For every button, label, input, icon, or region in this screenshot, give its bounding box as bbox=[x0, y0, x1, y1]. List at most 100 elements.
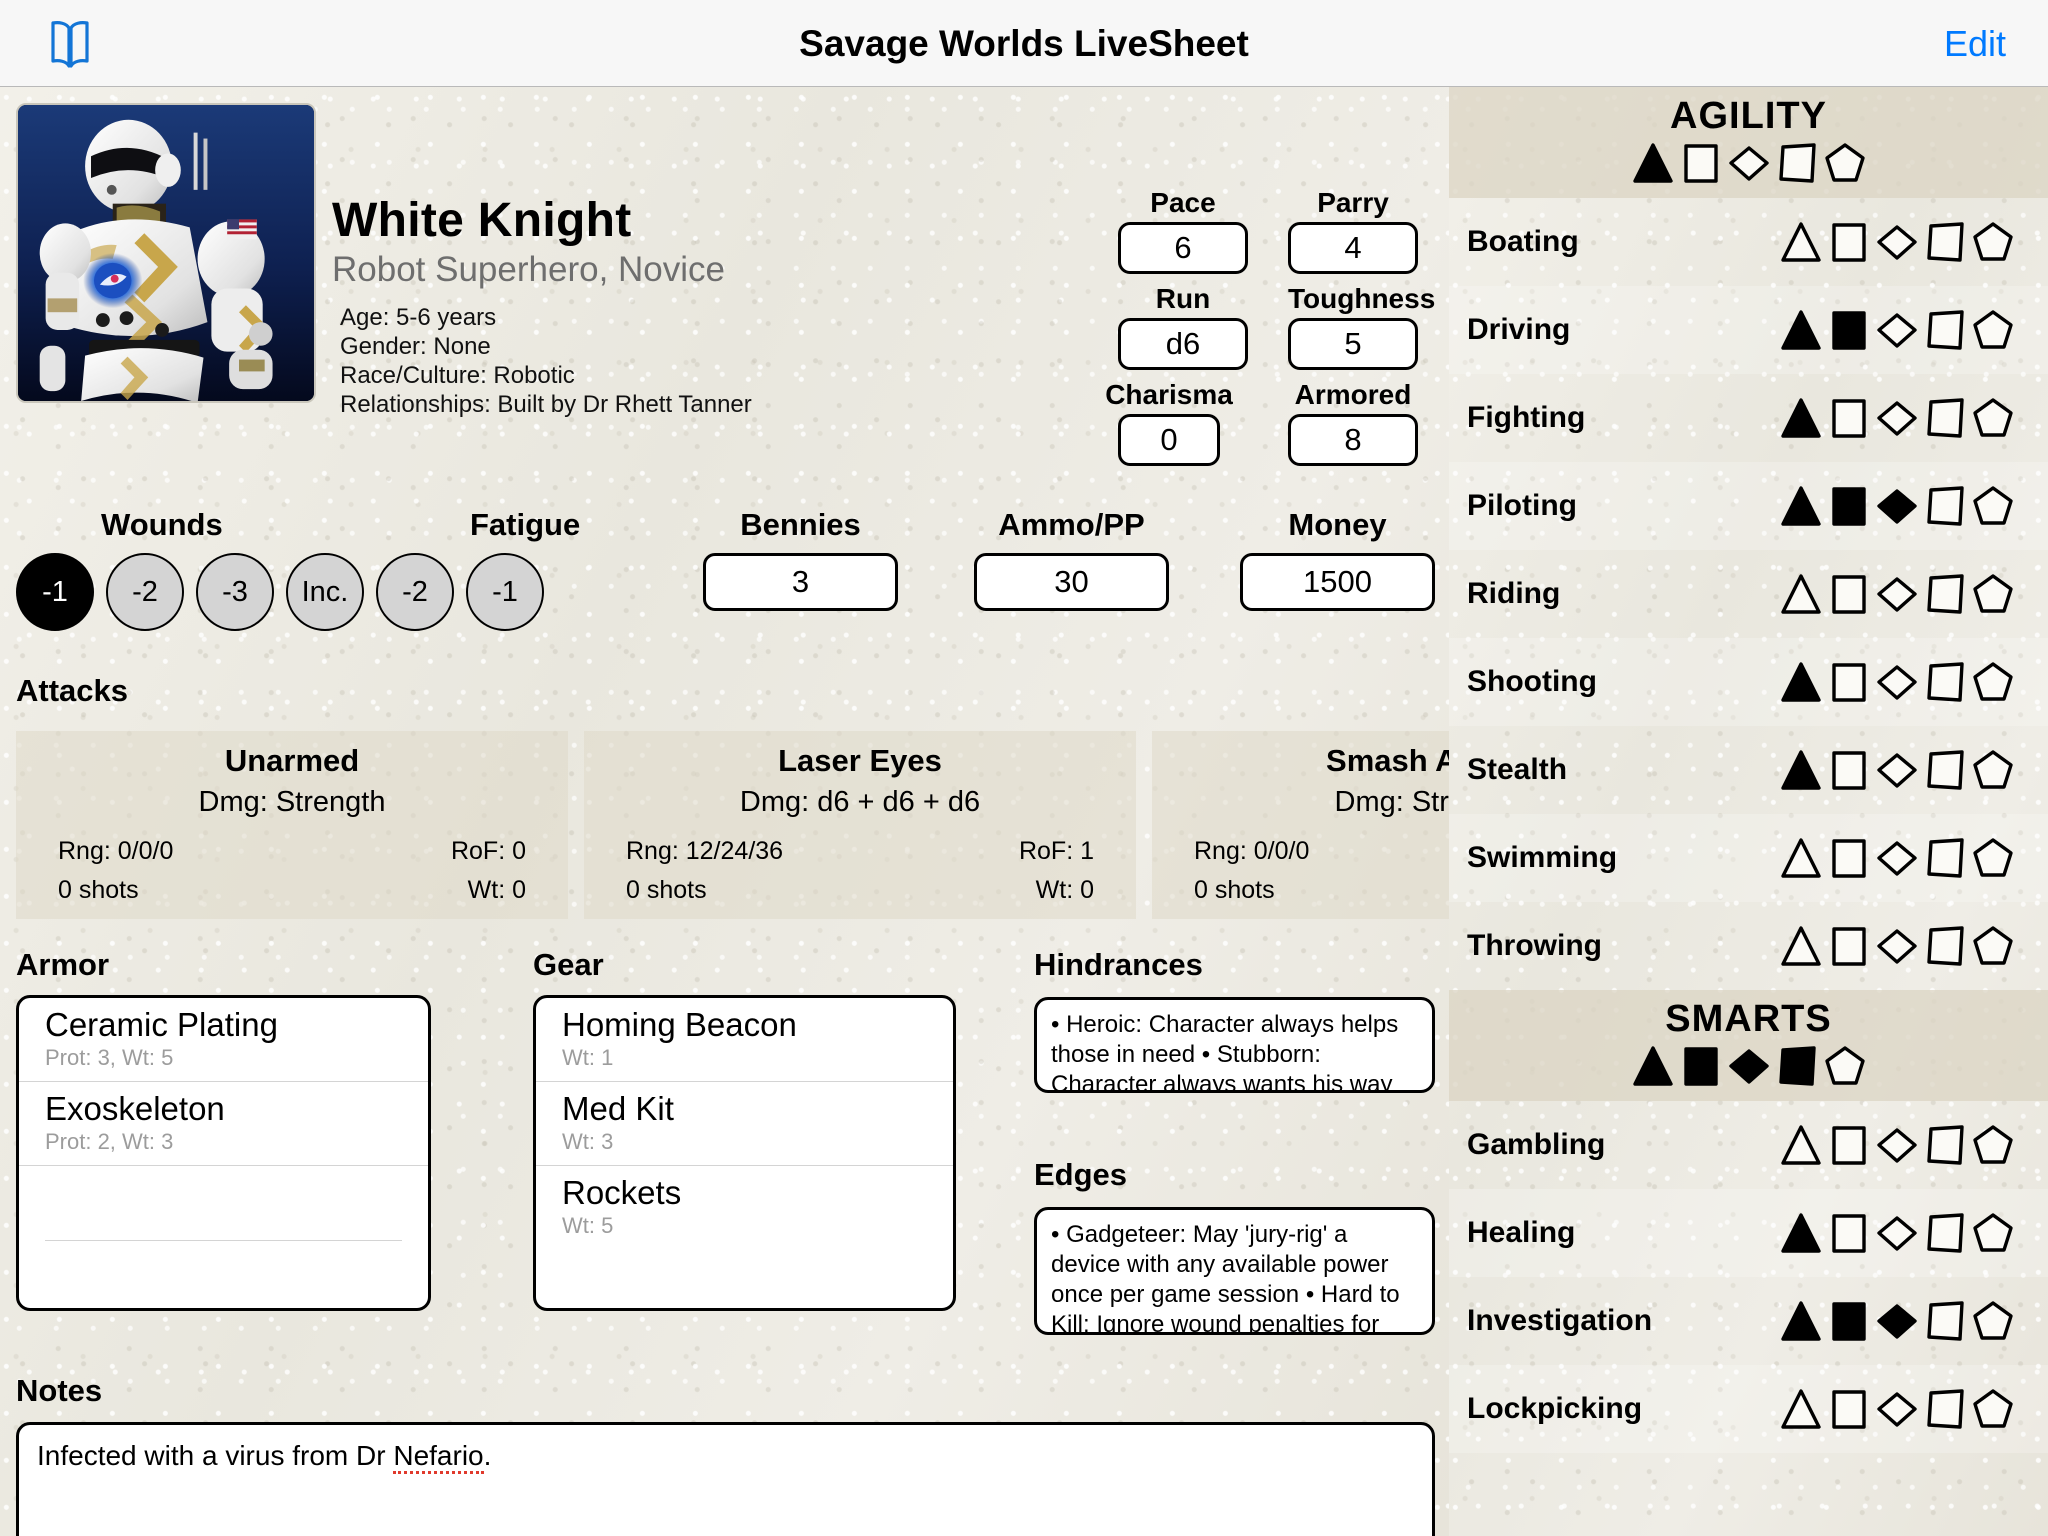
d12-pentagon-icon-empty[interactable] bbox=[1972, 397, 2014, 439]
skill-dice[interactable] bbox=[1780, 749, 2014, 791]
money-counter[interactable]: Money 1500 bbox=[1240, 507, 1435, 611]
d6-square-icon-filled[interactable] bbox=[1828, 1300, 1870, 1342]
attack-card-unarmed[interactable]: Unarmed Dmg: Strength Rng: 0/0/0 RoF: 0 0… bbox=[16, 731, 568, 919]
d4-triangle-icon-empty[interactable] bbox=[1780, 1124, 1822, 1166]
skill-row-swimming[interactable]: Swimming bbox=[1449, 814, 2048, 902]
d10-trapezoid-icon-empty[interactable] bbox=[1924, 1212, 1966, 1254]
d6-square-icon-empty[interactable] bbox=[1828, 661, 1870, 703]
d12-pentagon-icon-empty[interactable] bbox=[1972, 1212, 2014, 1254]
list-item[interactable]: Med Kit Wt: 3 bbox=[536, 1082, 953, 1166]
d12-pentagon-icon-empty[interactable] bbox=[1972, 485, 2014, 527]
d10-trapezoid-icon-empty[interactable] bbox=[1924, 485, 1966, 527]
stat-pace-value[interactable]: 6 bbox=[1118, 222, 1248, 274]
d6-square-icon-empty[interactable] bbox=[1828, 221, 1870, 263]
stat-run[interactable]: Run d6 bbox=[1118, 283, 1248, 370]
skill-row-shooting[interactable]: Shooting bbox=[1449, 638, 2048, 726]
d8-diamond-icon-empty[interactable] bbox=[1876, 1388, 1918, 1430]
wound-slot-2[interactable]: -2 bbox=[106, 553, 184, 631]
attribute-header-agility[interactable]: AGILITY bbox=[1449, 87, 2048, 198]
d4-triangle-icon-filled[interactable] bbox=[1632, 142, 1674, 184]
wound-slot-incapacitated[interactable]: Inc. bbox=[286, 553, 364, 631]
list-item[interactable]: Rockets Wt: 5 bbox=[536, 1166, 953, 1249]
edit-button[interactable]: Edit bbox=[1944, 0, 2006, 87]
skill-row-stealth[interactable]: Stealth bbox=[1449, 726, 2048, 814]
stat-charisma-value[interactable]: 0 bbox=[1118, 414, 1220, 466]
d8-diamond-icon-empty[interactable] bbox=[1876, 1212, 1918, 1254]
skill-row-healing[interactable]: Healing bbox=[1449, 1189, 2048, 1277]
stat-run-value[interactable]: d6 bbox=[1118, 318, 1248, 370]
skill-dice[interactable] bbox=[1780, 837, 2014, 879]
bennies-counter[interactable]: Bennies 3 bbox=[703, 507, 898, 611]
d8-diamond-icon-empty[interactable] bbox=[1876, 1124, 1918, 1166]
stat-parry-value[interactable]: 4 bbox=[1288, 222, 1418, 274]
d6-square-icon-filled[interactable] bbox=[1828, 485, 1870, 527]
stat-pace[interactable]: Pace 6 bbox=[1118, 187, 1248, 274]
d6-square-icon-filled[interactable] bbox=[1680, 1045, 1722, 1087]
d6-square-icon-empty[interactable] bbox=[1828, 1124, 1870, 1166]
edges-box[interactable]: • Gadgeteer: May 'jury-rig' a device wit… bbox=[1034, 1207, 1435, 1335]
gear-list[interactable]: Homing Beacon Wt: 1 Med Kit Wt: 3 Rocket… bbox=[533, 995, 956, 1311]
avatar[interactable] bbox=[16, 103, 316, 403]
stat-armored[interactable]: Armored 8 bbox=[1288, 379, 1418, 466]
d6-square-icon-empty[interactable] bbox=[1828, 573, 1870, 615]
skill-row-lockpicking[interactable]: Lockpicking bbox=[1449, 1365, 2048, 1453]
skill-dice[interactable] bbox=[1780, 221, 2014, 263]
skill-row-gambling[interactable]: Gambling bbox=[1449, 1101, 2048, 1189]
skill-dice[interactable] bbox=[1780, 397, 2014, 439]
skill-row-driving[interactable]: Driving bbox=[1449, 286, 2048, 374]
d4-triangle-icon-filled[interactable] bbox=[1780, 397, 1822, 439]
d8-diamond-icon-empty[interactable] bbox=[1876, 309, 1918, 351]
d4-triangle-icon-empty[interactable] bbox=[1780, 1388, 1822, 1430]
money-value[interactable]: 1500 bbox=[1240, 553, 1435, 611]
skill-row-fighting[interactable]: Fighting bbox=[1449, 374, 2048, 462]
stat-charisma[interactable]: Charisma 0 bbox=[1104, 379, 1234, 466]
skill-dice[interactable] bbox=[1780, 309, 2014, 351]
d6-square-icon-empty[interactable] bbox=[1828, 749, 1870, 791]
skill-dice[interactable] bbox=[1780, 925, 2014, 967]
d10-trapezoid-icon-empty[interactable] bbox=[1924, 397, 1966, 439]
d6-square-icon-empty[interactable] bbox=[1828, 1212, 1870, 1254]
d10-trapezoid-icon-empty[interactable] bbox=[1924, 573, 1966, 615]
d6-square-icon-empty[interactable] bbox=[1680, 142, 1722, 184]
d8-diamond-icon-empty[interactable] bbox=[1876, 661, 1918, 703]
d4-triangle-icon-empty[interactable] bbox=[1780, 573, 1822, 615]
ammo-value[interactable]: 30 bbox=[974, 553, 1169, 611]
stat-parry[interactable]: Parry 4 bbox=[1288, 187, 1418, 274]
d6-square-icon-empty[interactable] bbox=[1828, 925, 1870, 967]
wound-slot-3[interactable]: -3 bbox=[196, 553, 274, 631]
skill-dice[interactable] bbox=[1780, 1300, 2014, 1342]
d4-triangle-icon-filled[interactable] bbox=[1780, 485, 1822, 527]
d12-pentagon-icon-empty[interactable] bbox=[1972, 221, 2014, 263]
skill-dice[interactable] bbox=[1780, 573, 2014, 615]
ammo-counter[interactable]: Ammo/PP 30 bbox=[974, 507, 1169, 611]
d6-square-icon-empty[interactable] bbox=[1828, 837, 1870, 879]
d10-trapezoid-icon-empty[interactable] bbox=[1924, 1300, 1966, 1342]
d12-pentagon-icon-empty[interactable] bbox=[1824, 1045, 1866, 1087]
skill-row-investigation[interactable]: Investigation bbox=[1449, 1277, 2048, 1365]
skill-dice[interactable] bbox=[1780, 1124, 2014, 1166]
attack-card-smash-attack[interactable]: Smash Attack Dmg: Strength Rng: 0/0/0RoF… bbox=[1152, 731, 1449, 919]
stat-armored-value[interactable]: 8 bbox=[1288, 414, 1418, 466]
d10-trapezoid-icon-empty[interactable] bbox=[1924, 925, 1966, 967]
attribute-dice-agility[interactable] bbox=[1449, 142, 2048, 184]
d10-trapezoid-icon-filled[interactable] bbox=[1776, 1045, 1818, 1087]
skill-dice[interactable] bbox=[1780, 485, 2014, 527]
fatigue-slot-1[interactable]: -2 bbox=[376, 553, 454, 631]
bennies-value[interactable]: 3 bbox=[703, 553, 898, 611]
d8-diamond-icon-empty[interactable] bbox=[1876, 397, 1918, 439]
d12-pentagon-icon-empty[interactable] bbox=[1972, 925, 2014, 967]
d8-diamond-icon-empty[interactable] bbox=[1876, 925, 1918, 967]
d12-pentagon-icon-empty[interactable] bbox=[1972, 573, 2014, 615]
attribute-header-smarts[interactable]: SMARTS bbox=[1449, 990, 2048, 1101]
skill-row-riding[interactable]: Riding bbox=[1449, 550, 2048, 638]
d4-triangle-icon-filled[interactable] bbox=[1632, 1045, 1674, 1087]
d4-triangle-icon-empty[interactable] bbox=[1780, 837, 1822, 879]
d8-diamond-icon-empty[interactable] bbox=[1876, 837, 1918, 879]
d4-triangle-icon-filled[interactable] bbox=[1780, 1212, 1822, 1254]
list-item[interactable]: Ceramic Plating Prot: 3, Wt: 5 bbox=[19, 998, 428, 1082]
skill-dice[interactable] bbox=[1780, 661, 2014, 703]
attack-card-laser-eyes[interactable]: Laser Eyes Dmg: d6 + d6 + d6 Rng: 12/24/… bbox=[584, 731, 1136, 919]
d8-diamond-icon-filled[interactable] bbox=[1876, 1300, 1918, 1342]
d12-pentagon-icon-empty[interactable] bbox=[1824, 142, 1866, 184]
d10-trapezoid-icon-empty[interactable] bbox=[1924, 309, 1966, 351]
